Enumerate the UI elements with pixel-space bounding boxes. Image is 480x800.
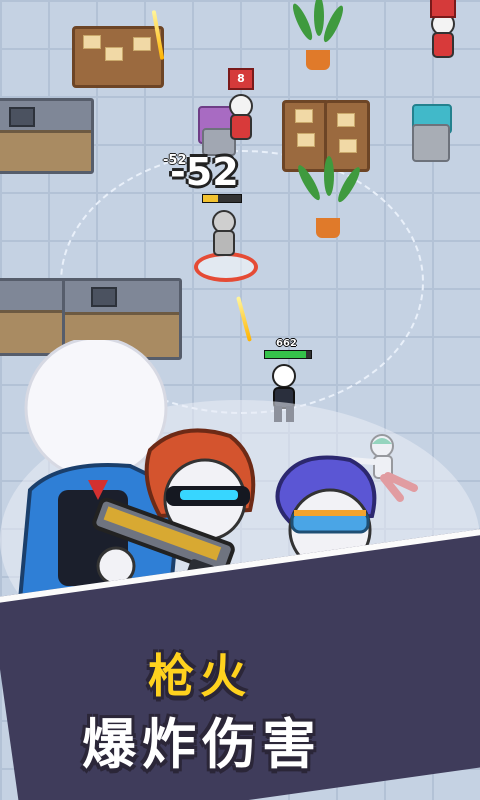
potted-plant bbox=[294, 156, 364, 238]
office-cubicle bbox=[0, 98, 94, 174]
promo-title-line2: 爆炸伤害 bbox=[82, 713, 322, 776]
enemy-level-badge bbox=[430, 0, 456, 18]
damage-number: -52 bbox=[170, 150, 239, 194]
promo-title-line1: 枪火 bbox=[148, 649, 252, 703]
enemy-character bbox=[424, 12, 458, 66]
office-desk bbox=[282, 100, 330, 172]
potted-plant bbox=[289, 0, 347, 70]
office-desk bbox=[72, 26, 164, 88]
enemy-hp-bar bbox=[202, 194, 242, 203]
targeted-enemy bbox=[205, 210, 239, 264]
enemy-level-badge: 8 bbox=[228, 68, 254, 90]
grey-crate bbox=[412, 124, 450, 162]
enemy-character bbox=[222, 94, 256, 148]
game-scene: 8 -52 -52 662 枪火 爆炸伤害 bbox=[0, 0, 480, 800]
